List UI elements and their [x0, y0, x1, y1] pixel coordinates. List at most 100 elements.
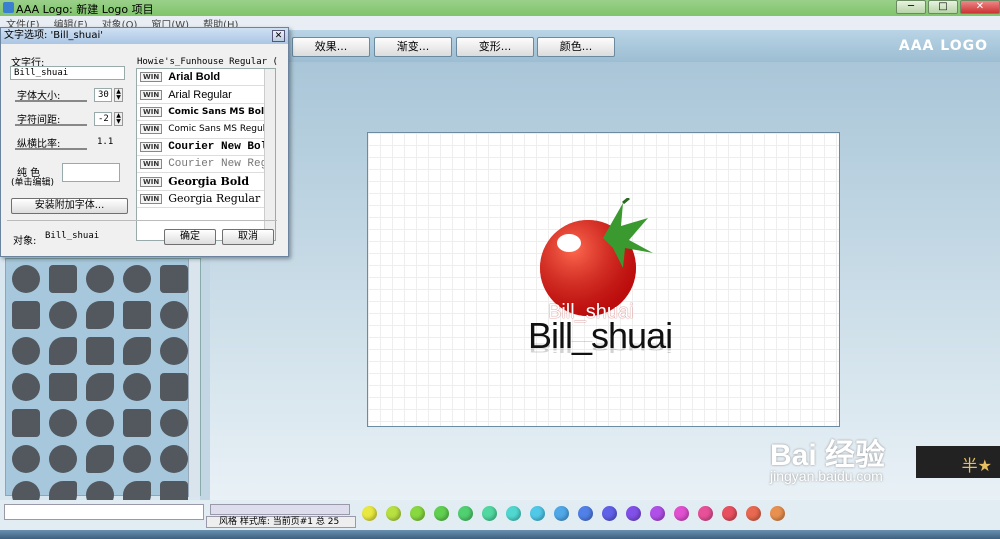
symbol-cell[interactable]: [119, 405, 155, 441]
symbol-icon: [49, 265, 77, 293]
maximize-button[interactable]: □: [928, 0, 958, 14]
font-name: Arial Bold: [168, 71, 221, 84]
color-swatch[interactable]: [530, 506, 545, 521]
font-list-scrollbar[interactable]: [264, 69, 275, 240]
symbol-icon: [123, 373, 151, 401]
transform-button[interactable]: 变形...: [456, 37, 534, 57]
symbol-cell[interactable]: [156, 369, 192, 405]
color-button[interactable]: 颜色...: [537, 37, 615, 57]
text-line-input[interactable]: Bill_shuai: [10, 66, 125, 80]
font-name: Arial Regular: [168, 88, 232, 101]
color-swatch[interactable]: [650, 506, 665, 521]
symbol-icon: [86, 337, 114, 365]
color-swatch[interactable]: [482, 506, 497, 521]
symbol-cell[interactable]: [82, 441, 118, 477]
symbol-cell[interactable]: [82, 261, 118, 297]
color-swatch[interactable]: [554, 506, 569, 521]
char-spacing-input[interactable]: -2: [94, 112, 112, 126]
color-swatch[interactable]: [770, 506, 785, 521]
symbol-cell[interactable]: [119, 333, 155, 369]
font-item[interactable]: WIN Comic Sans MS Bold: [137, 104, 275, 122]
symbol-cell[interactable]: [8, 441, 44, 477]
aspect-ratio-slider[interactable]: [15, 148, 87, 150]
symbol-cell[interactable]: [119, 369, 155, 405]
symbol-cell[interactable]: [45, 297, 81, 333]
tomato-icon[interactable]: [533, 198, 663, 318]
symbol-icon: [12, 265, 40, 293]
symbol-cell[interactable]: [156, 405, 192, 441]
font-item[interactable]: WIN Arial Bold: [137, 69, 275, 87]
win-tag: WIN: [140, 193, 163, 204]
symbol-cell[interactable]: [8, 297, 44, 333]
brand-logo: AAA LOGO: [898, 38, 988, 54]
style-library-info: 风格 样式库: 当前页#1 总 25: [206, 516, 356, 528]
symbol-cell[interactable]: [45, 261, 81, 297]
symbol-cell[interactable]: [45, 369, 81, 405]
symbol-cell[interactable]: [119, 441, 155, 477]
font-item[interactable]: WIN Comic Sans MS Regular: [137, 121, 275, 139]
font-item[interactable]: WIN Arial Regular: [137, 86, 275, 104]
font-name: Courier New Regular: [168, 158, 275, 171]
color-swatch[interactable]: [722, 506, 737, 521]
symbol-cell[interactable]: [156, 261, 192, 297]
symbol-cell[interactable]: [119, 261, 155, 297]
symbol-cell[interactable]: [156, 441, 192, 477]
symbol-cell[interactable]: [45, 405, 81, 441]
font-item[interactable]: WIN Georgia Bold: [137, 173, 275, 191]
dialog-close-button[interactable]: ✕: [272, 30, 285, 42]
color-swatch[interactable]: [434, 506, 449, 521]
symbol-cell[interactable]: [82, 369, 118, 405]
object-label: 对象:: [13, 236, 37, 247]
symbol-icon: [49, 409, 77, 437]
font-size-slider[interactable]: [15, 100, 87, 102]
symbol-cell[interactable]: [156, 333, 192, 369]
symbol-cell[interactable]: [82, 405, 118, 441]
color-swatch[interactable]: [746, 506, 761, 521]
logo-reflection: Bill_shuai: [528, 340, 673, 355]
symbol-cell[interactable]: [8, 369, 44, 405]
color-swatch[interactable]: [698, 506, 713, 521]
color-swatch[interactable]: [578, 506, 593, 521]
color-swatch-box[interactable]: [62, 163, 120, 182]
symbol-cell[interactable]: [8, 333, 44, 369]
font-item[interactable]: WIN Georgia Regular: [137, 191, 275, 209]
ok-button[interactable]: 确定: [164, 229, 216, 245]
minimize-button[interactable]: ─: [896, 0, 926, 14]
symbol-cell[interactable]: [156, 297, 192, 333]
logo-canvas[interactable]: Bill_shuai Bill_shuai Bill_shuai: [367, 132, 840, 427]
font-item[interactable]: WIN Courier New Regular: [137, 156, 275, 174]
cancel-button[interactable]: 取消: [222, 229, 274, 245]
gradient-button[interactable]: 渐变...: [374, 37, 452, 57]
symbol-icon: [160, 301, 188, 329]
char-spacing-spinner[interactable]: ▲ ▼: [114, 112, 123, 126]
aspect-ratio-value: 1.1: [94, 136, 124, 150]
color-swatch[interactable]: [674, 506, 689, 521]
bottom-input[interactable]: [4, 504, 204, 520]
font-list[interactable]: WIN Arial Bold WIN Arial Regular WIN Comic …: [136, 68, 276, 241]
corner-badge: 半★: [916, 446, 1000, 478]
close-button[interactable]: ✕: [960, 0, 1000, 14]
win-tag: WIN: [140, 176, 163, 187]
symbol-cell[interactable]: [8, 261, 44, 297]
symbol-cell[interactable]: [45, 333, 81, 369]
install-fonts-button[interactable]: 安装附加字体...: [11, 198, 128, 214]
font-item[interactable]: WIN Courier New Bold: [137, 139, 275, 156]
font-size-input[interactable]: 30: [94, 88, 112, 102]
symbol-cell[interactable]: [82, 333, 118, 369]
color-swatch[interactable]: [458, 506, 473, 521]
color-swatch[interactable]: [410, 506, 425, 521]
char-spacing-slider[interactable]: [15, 124, 87, 126]
color-swatch[interactable]: [602, 506, 617, 521]
symbol-cell[interactable]: [82, 297, 118, 333]
color-swatch[interactable]: [386, 506, 401, 521]
symbol-cell[interactable]: [119, 297, 155, 333]
color-swatch[interactable]: [506, 506, 521, 521]
symbol-cell[interactable]: [45, 441, 81, 477]
effects-button[interactable]: 效果...: [292, 37, 370, 57]
horizontal-scrollbar[interactable]: [210, 504, 350, 515]
symbol-cell[interactable]: [8, 405, 44, 441]
color-swatch[interactable]: [362, 506, 377, 521]
font-size-spinner[interactable]: ▲ ▼: [114, 88, 123, 102]
color-swatch[interactable]: [626, 506, 641, 521]
symbol-icon: [86, 409, 114, 437]
